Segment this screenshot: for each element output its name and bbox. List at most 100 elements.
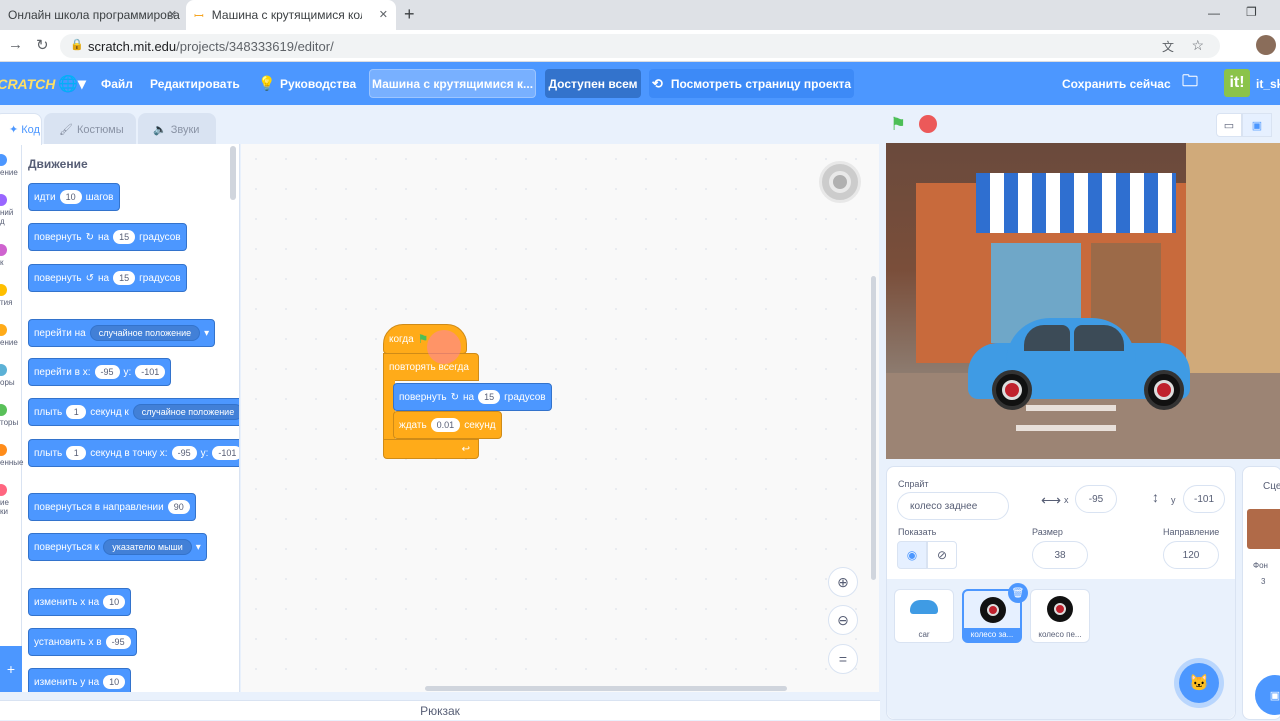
new-tab-button[interactable]: + [404,4,415,25]
delete-sprite-trash-icon[interactable]: 🗑 [1008,583,1028,603]
category-sound[interactable] [0,244,7,256]
script-wait-block[interactable]: ждать 0.01 секунд [393,411,502,439]
small-stage-button[interactable]: ▭ [1216,113,1242,137]
stage-canvas[interactable] [886,143,1280,459]
maximize-icon[interactable]: ❐ [1246,5,1257,19]
block-turn-right[interactable]: повернуть ↻ на 15 градусов [28,223,187,251]
script-turn-block[interactable]: повернуть ↻ на 15 градусов [393,383,552,411]
lock-icon: 🔒 [70,39,84,51]
tutorials-menu[interactable]: Руководства [280,62,356,105]
sprite-thumb-rear-wheel[interactable]: колесо за... 🗑 [962,583,1028,643]
zoom-out-button[interactable]: ⊖ [828,605,858,635]
browser-tab-bar: Онлайн школа программирова ✕ ꟷ Машина с … [0,0,1280,30]
project-title-input[interactable]: Машина с крутящимися к... [369,69,536,98]
browser-tab-project[interactable]: ꟷ Машина с крутящимися колеса ✕ [186,0,396,30]
sprite-thumb-car[interactable]: car [894,589,954,643]
palette-scrollbar[interactable] [230,146,236,200]
wheel-thumb-image [1047,596,1073,622]
block-point-towards[interactable]: повернуться к указателю мыши ▾ [28,533,207,561]
striped-awning [976,173,1176,233]
side-building [1186,143,1280,373]
language-globe-icon[interactable]: 🌐▾ [58,62,86,105]
edit-menu[interactable]: Редактировать [150,62,240,105]
zoom-reset-button[interactable]: = [828,644,858,674]
block-palette: ение ний д к тия ение оры торы енные ие … [0,144,240,692]
forever-block-footer: ↩ [383,439,479,459]
sprite-name-input[interactable]: колесо заднее [897,492,1009,520]
translate-icon[interactable]: 文 [1162,38,1174,55]
block-change-y[interactable]: изменить y на 10 [28,668,132,692]
browser-tab-school[interactable]: Онлайн школа программирова ✕ [0,0,185,30]
script-area[interactable]: когда ⚑ повторять всегда ↩ повернуть ↻ на 15… [241,144,879,692]
tab-sounds[interactable]: 🔈 Звуки [138,113,216,145]
car-window [1074,325,1124,351]
block-change-x[interactable]: изменить x на 10 [28,588,132,616]
scratch-favicon-icon: ꟷ [194,8,204,23]
file-menu[interactable]: Файл [101,62,133,105]
scratch-menu-bar: SCRATCH 🌐▾ Файл Редактировать 💡 Руководс… [0,62,1280,105]
profile-avatar[interactable] [1256,35,1276,55]
x-position-input[interactable]: -95 [1075,485,1117,513]
loop-arrow-icon: ↩ [461,443,470,455]
sprite-preview-wheel-icon [819,161,861,203]
address-bar: → ↻ 🔒 scratch.mit.edu/projects/348333619… [0,30,1280,62]
category-events[interactable] [0,284,7,296]
close-tab-icon[interactable]: ✕ [168,8,177,21]
category-operators[interactable] [0,404,7,416]
block-move-steps[interactable]: идти 10 шагов [28,183,120,211]
normal-stage-button[interactable]: ▣ [1242,113,1272,137]
reload-icon[interactable]: ↻ [36,36,49,54]
crosswalk-line [1026,405,1116,411]
stage-target-pane[interactable]: Сцен Фон 3 ▣ [1242,466,1280,720]
size-input[interactable]: 38 [1032,541,1088,569]
see-project-page-button[interactable]: ⟲ Посмотреть страницу проекта [649,69,854,98]
block-turn-left[interactable]: повернуть ↺ на 15 градусов [28,264,187,292]
green-flag-button[interactable]: ⚑ [890,114,906,135]
rear-wheel-sprite[interactable] [992,370,1032,410]
block-glide-random[interactable]: плыть 1 секунд к случайное положение [28,398,239,426]
block-goto-random[interactable]: перейти на случайное положение ▾ [28,319,216,347]
direction-input[interactable]: 120 [1163,541,1219,569]
remix-arrows-icon: ⟲ [651,75,663,91]
add-extension-button[interactable]: + [0,646,22,692]
my-stuff-folder-icon[interactable]: 🗀 [1182,62,1198,105]
category-sensing[interactable] [0,364,7,376]
minimize-icon[interactable]: — [1208,6,1220,20]
username[interactable]: it_sk [1256,62,1280,105]
block-glide-xy[interactable]: плыть 1 секунд в точку x: -95 y: -101 [28,439,239,467]
show-sprite-eye-icon[interactable]: ◉ [897,541,927,569]
bookmark-star-icon[interactable]: ☆ [1191,37,1204,54]
user-avatar[interactable]: it! [1224,69,1250,97]
forward-icon[interactable]: → [8,36,23,53]
category-looks[interactable] [0,194,7,206]
car-thumb-image [910,600,938,614]
url-field[interactable]: 🔒 scratch.mit.edu/projects/348333619/edi… [60,34,1220,58]
add-sprite-cat-icon[interactable]: 🐱 [1179,663,1219,703]
sprite-thumb-front-wheel[interactable]: колесо пе... [1030,589,1090,643]
save-now-button[interactable]: Сохранить сейчас [1062,62,1171,105]
y-position-input[interactable]: -101 [1183,485,1225,513]
stop-button[interactable] [919,115,937,133]
block-point-direction[interactable]: повернуться в направлении 90 [28,493,196,521]
add-backdrop-icon[interactable]: ▣ [1255,675,1280,715]
block-set-x[interactable]: установить x в -95 [28,628,137,656]
wheel-thumb-image [980,597,1006,623]
category-motion[interactable] [0,154,7,166]
hide-sprite-eye-icon[interactable]: ⊘ [927,541,957,569]
front-wheel-sprite[interactable] [1144,370,1184,410]
tab-costumes[interactable]: 🖌 Костюмы [44,113,136,145]
category-variables[interactable] [0,444,7,456]
zoom-in-button[interactable]: ⊕ [828,567,858,597]
speaker-icon: 🔈 [153,124,167,136]
category-myblocks[interactable] [0,484,7,496]
share-button[interactable]: Доступен всем [545,69,641,98]
backpack[interactable]: Рюкзак [0,700,880,720]
scratch-logo[interactable]: SCRATCH [0,62,55,105]
code-vertical-scrollbar[interactable] [871,276,876,580]
block-goto-xy[interactable]: перейти в x: -95 y: -101 [28,358,172,386]
tab-code[interactable]: ✦ Код [0,113,42,145]
close-tab-icon[interactable]: ✕ [379,8,388,21]
motion-heading: Движение [28,157,88,171]
category-control[interactable] [0,324,7,336]
code-horizontal-scrollbar[interactable] [425,686,787,691]
